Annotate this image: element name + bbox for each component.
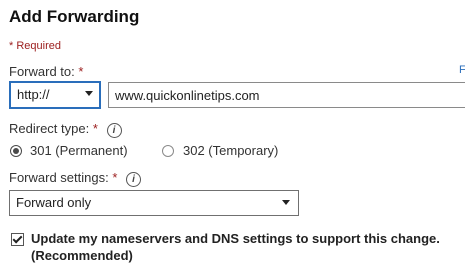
forward-to-label: Forward to: * xyxy=(9,64,83,79)
protocol-select[interactable]: http:// xyxy=(9,81,101,109)
required-marker: * xyxy=(92,121,98,136)
forward-settings-select[interactable]: Forward only xyxy=(9,190,299,216)
protocol-select-value: http:// xyxy=(17,87,50,102)
radio-302[interactable] xyxy=(162,145,174,157)
required-marker: * xyxy=(78,64,84,79)
info-icon[interactable]: i xyxy=(106,123,122,138)
radio-301-label[interactable]: 301 (Permanent) xyxy=(30,143,128,158)
forward-settings-label-text: Forward settings: xyxy=(9,170,109,185)
chevron-down-icon xyxy=(282,200,290,205)
redirect-type-label-text: Redirect type: xyxy=(9,121,90,136)
forward-settings-select-value: Forward only xyxy=(16,195,92,210)
info-icon[interactable]: i xyxy=(126,172,142,187)
forward-to-link[interactable]: F xyxy=(459,64,465,76)
forward-settings-label: Forward settings: * i xyxy=(9,170,142,187)
required-marker: * xyxy=(112,170,118,185)
required-note: * Required xyxy=(9,40,61,52)
checkmark-icon xyxy=(12,233,23,244)
update-nameservers-label-line1: Update my nameservers and DNS settings t… xyxy=(31,231,440,246)
forward-to-label-text: Forward to: xyxy=(9,64,75,79)
domain-input[interactable] xyxy=(108,82,465,108)
dialog-title: Add Forwarding xyxy=(9,7,140,26)
update-nameservers-label-line2: (Recommended) xyxy=(31,248,133,263)
update-nameservers-label[interactable]: Update my nameservers and DNS settings t… xyxy=(31,230,465,264)
chevron-down-icon xyxy=(85,91,93,96)
radio-302-label[interactable]: 302 (Temporary) xyxy=(183,143,278,158)
radio-301[interactable] xyxy=(10,145,22,157)
update-nameservers-checkbox[interactable] xyxy=(11,233,24,246)
redirect-type-label: Redirect type: * i xyxy=(9,121,122,138)
